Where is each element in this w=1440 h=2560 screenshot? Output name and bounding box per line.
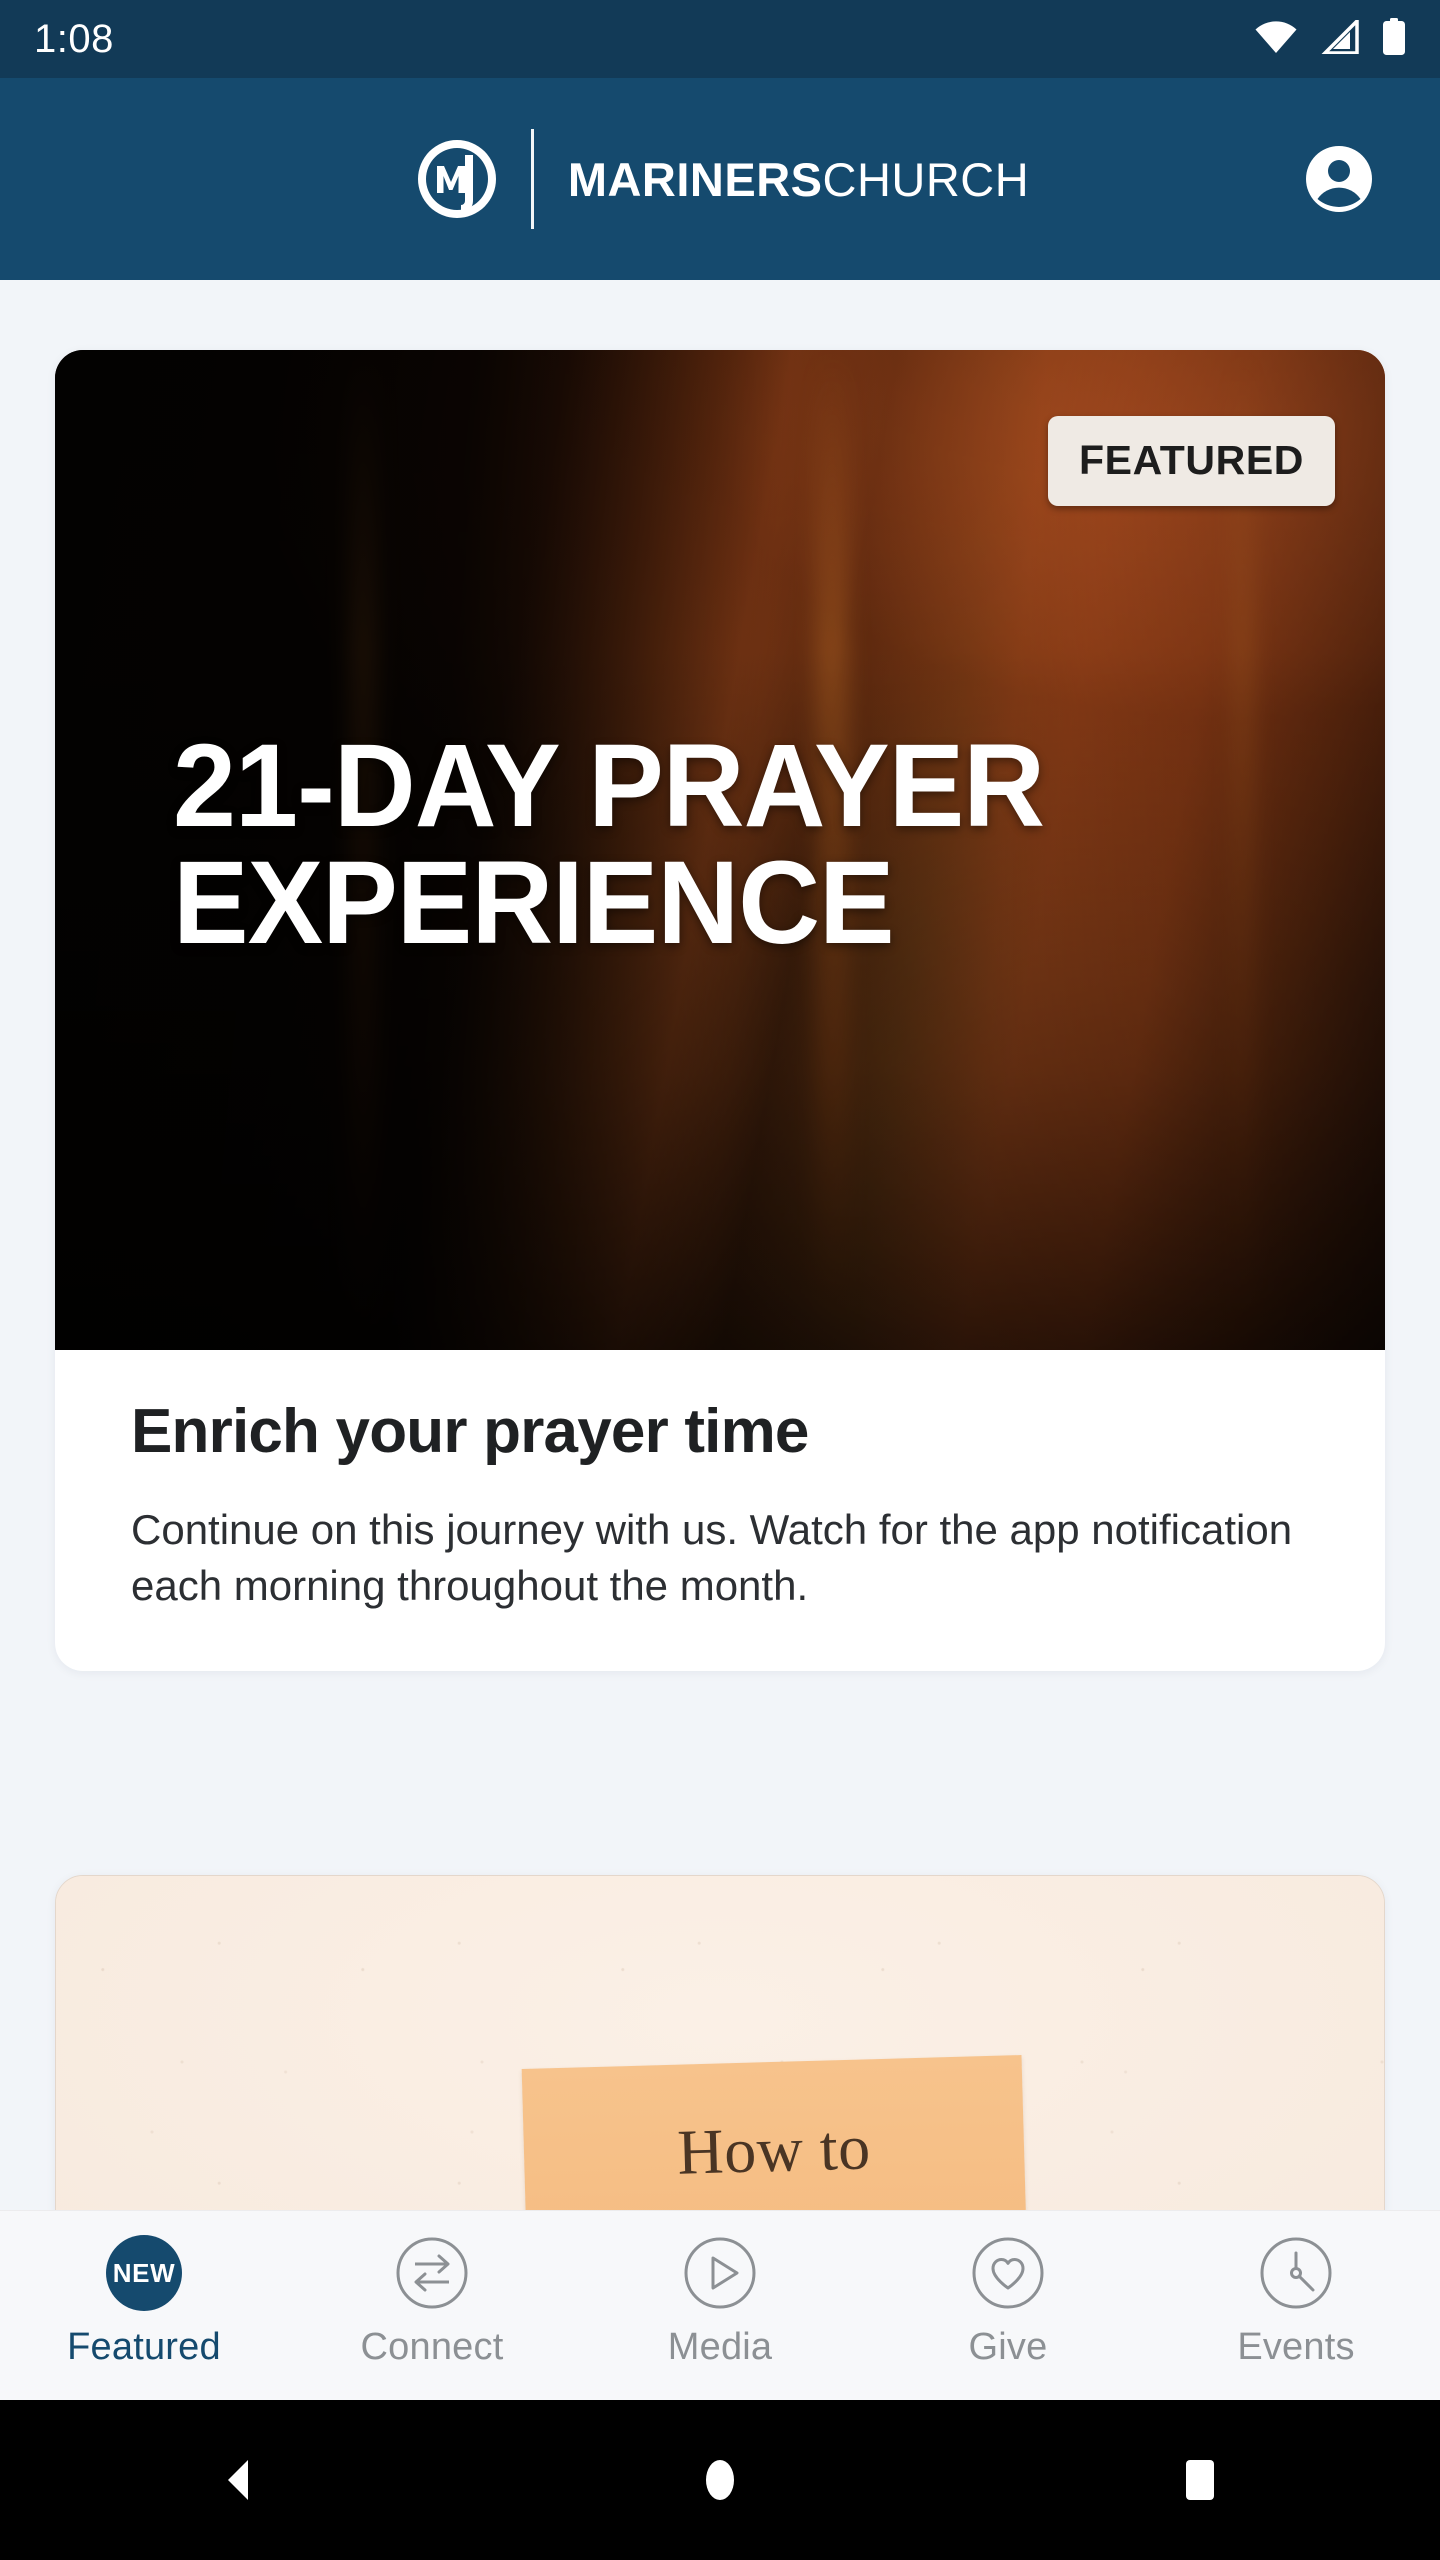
brand-logo[interactable]: MARINERSCHURCH	[411, 129, 1029, 229]
tab-events-label: Events	[1237, 2326, 1355, 2368]
how-to-strip-text: How to	[676, 2110, 872, 2188]
phone-screen: 1:08 MARINERSCHURCH FEATURED 21-DAY PRAY…	[0, 0, 1440, 2560]
tab-featured-label: Featured	[67, 2326, 221, 2368]
wifi-icon	[1254, 20, 1298, 59]
app-header: MARINERSCHURCH	[0, 78, 1440, 280]
brand-name-light: CHURCH	[822, 152, 1030, 206]
battery-icon	[1382, 17, 1406, 61]
logo-divider	[530, 129, 534, 229]
status-bar-clock: 1:08	[34, 17, 114, 61]
tab-media[interactable]: Media	[576, 2211, 864, 2401]
tab-give-label: Give	[968, 2326, 1048, 2368]
play-circle-icon	[681, 2234, 759, 2312]
mariners-monogram-icon	[411, 133, 503, 225]
home-circle-icon[interactable]	[645, 2400, 795, 2560]
hero-title-line-2: EXPERIENCE	[173, 836, 895, 969]
cellular-signal-icon	[1320, 16, 1360, 59]
heart-circle-icon	[969, 2234, 1047, 2312]
status-bar-icons	[1254, 16, 1406, 61]
new-badge-icon: NEW	[105, 2234, 183, 2312]
account-avatar-icon[interactable]	[1300, 140, 1378, 218]
bottom-tab-bar: NEW Featured Connect Media Give Events	[0, 2210, 1440, 2400]
featured-card-description: Continue on this journey with us. Watch …	[131, 1506, 1293, 1609]
hero-title-line-1: 21-DAY PRAYER	[173, 720, 1045, 852]
tab-connect[interactable]: Connect	[288, 2211, 576, 2401]
tab-media-label: Media	[667, 2326, 773, 2368]
new-badge-label: NEW	[106, 2235, 182, 2311]
featured-card-body: Enrich your prayer time Continue on this…	[55, 1350, 1385, 1671]
tab-connect-label: Connect	[360, 2326, 504, 2368]
tab-events[interactable]: Events	[1152, 2211, 1440, 2401]
back-triangle-icon[interactable]	[165, 2400, 315, 2560]
brand-wordmark: MARINERSCHURCH	[568, 156, 1029, 203]
how-to-paper-strip: How to	[521, 2055, 1027, 2210]
featured-content-card[interactable]: FEATURED 21-DAY PRAYER EXPERIENCE Enrich…	[55, 350, 1385, 1672]
recents-square-icon[interactable]	[1125, 2400, 1275, 2560]
clock-circle-icon	[1257, 2234, 1335, 2312]
tab-featured[interactable]: NEW Featured	[0, 2211, 288, 2401]
featured-badge[interactable]: FEATURED	[1048, 416, 1335, 506]
featured-hero-image: FEATURED 21-DAY PRAYER EXPERIENCE	[55, 350, 1385, 1350]
brand-name-bold: MARINERS	[567, 152, 823, 206]
feed-scroll-area[interactable]: FEATURED 21-DAY PRAYER EXPERIENCE Enrich…	[0, 280, 1440, 2210]
how-to-image: How to	[56, 1876, 1384, 2210]
status-bar: 1:08	[0, 0, 1440, 78]
hero-title: 21-DAY PRAYER EXPERIENCE	[173, 720, 1045, 969]
featured-card-title: Enrich your prayer time	[131, 1397, 809, 1466]
android-navigation-bar	[0, 2400, 1440, 2560]
how-to-content-card[interactable]: How to	[55, 1875, 1385, 2210]
tab-give[interactable]: Give	[864, 2211, 1152, 2401]
exchange-arrows-icon	[393, 2234, 471, 2312]
